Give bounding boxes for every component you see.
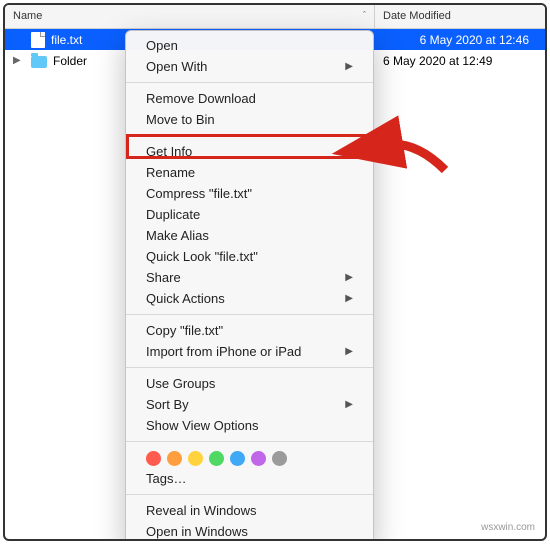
menu-item-import-iphone[interactable]: Import from iPhone or iPad▶ [126,341,373,362]
menu-item-move-to-bin[interactable]: Move to Bin [126,109,373,130]
menu-item-remove-download[interactable]: Remove Download [126,88,373,109]
column-header-row: Name ˆ Date Modified [5,5,545,29]
submenu-arrow-icon: ▶ [345,272,353,283]
menu-item-duplicate[interactable]: Duplicate [126,204,373,225]
menu-item-open-with[interactable]: Open With▶ [126,56,373,77]
menu-item-quick-actions[interactable]: Quick Actions▶ [126,288,373,309]
column-header-name-label: Name [13,10,42,22]
menu-item-show-view-options[interactable]: Show View Options [126,415,373,436]
tag-orange-icon[interactable] [167,451,182,466]
menu-item-get-info[interactable]: Get Info [126,141,373,162]
sort-indicator-icon: ˆ [363,10,366,20]
menu-item-make-alias[interactable]: Make Alias [126,225,373,246]
submenu-arrow-icon: ▶ [345,399,353,410]
finder-window: Name ˆ Date Modified file.txt 6 May 2020… [3,3,547,541]
menu-item-tags[interactable]: Tags… [126,468,373,489]
menu-separator [126,314,373,315]
submenu-arrow-icon: ▶ [345,61,353,72]
folder-name-label: Folder [53,54,87,68]
tag-red-icon[interactable] [146,451,161,466]
menu-separator [126,367,373,368]
submenu-arrow-icon: ▶ [345,293,353,304]
menu-item-share[interactable]: Share▶ [126,267,373,288]
menu-item-use-groups[interactable]: Use Groups [126,373,373,394]
menu-separator [126,82,373,83]
tag-purple-icon[interactable] [251,451,266,466]
menu-item-rename[interactable]: Rename [126,162,373,183]
column-header-date[interactable]: Date Modified [375,5,545,28]
file-date-label: 6 May 2020 at 12:46 [375,33,545,47]
menu-separator [126,441,373,442]
text-file-icon [31,32,45,48]
folder-icon [31,56,47,68]
column-header-name[interactable]: Name ˆ [5,5,375,28]
column-header-date-label: Date Modified [383,10,451,22]
file-name-label: file.txt [51,33,82,47]
menu-separator [126,135,373,136]
tag-gray-icon[interactable] [272,451,287,466]
tags-color-row [126,447,373,468]
menu-item-open[interactable]: Open [126,35,373,56]
folder-date-label: 6 May 2020 at 12:49 [375,54,545,68]
submenu-arrow-icon: ▶ [345,346,353,357]
menu-separator [126,494,373,495]
menu-item-sort-by[interactable]: Sort By▶ [126,394,373,415]
menu-item-copy[interactable]: Copy "file.txt" [126,320,373,341]
menu-item-open-in-windows[interactable]: Open in Windows [126,521,373,541]
watermark-text: wsxwin.com [481,522,535,533]
tag-yellow-icon[interactable] [188,451,203,466]
tag-blue-icon[interactable] [230,451,245,466]
menu-item-quick-look[interactable]: Quick Look "file.txt" [126,246,373,267]
disclosure-triangle-icon[interactable]: ▶ [13,55,21,66]
menu-item-reveal-in-windows[interactable]: Reveal in Windows [126,500,373,521]
context-menu: Open Open With▶ Remove Download Move to … [125,30,374,541]
tag-green-icon[interactable] [209,451,224,466]
menu-item-compress[interactable]: Compress "file.txt" [126,183,373,204]
